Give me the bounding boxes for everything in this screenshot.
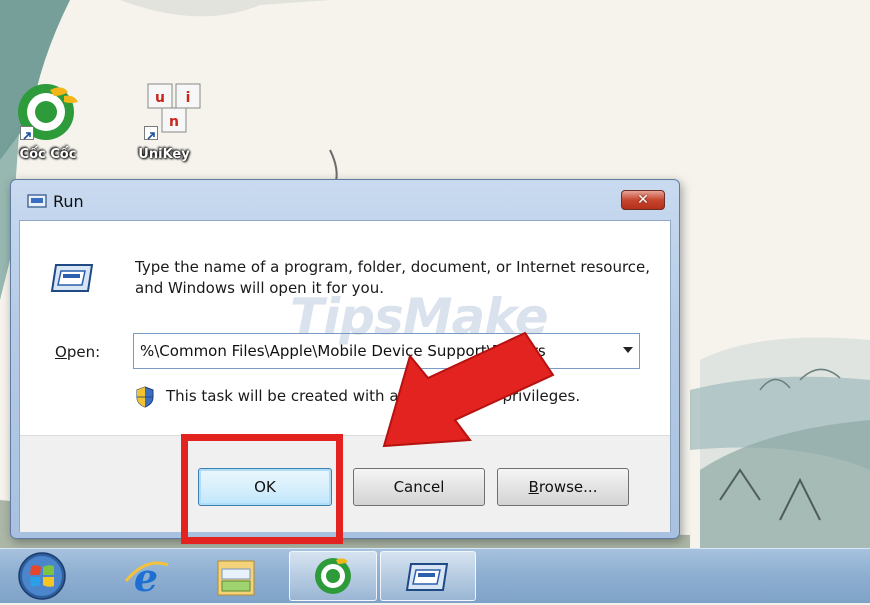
taskbar-internet-explorer[interactable]: e — [108, 551, 184, 601]
red-arrow-annotation — [382, 331, 555, 448]
taskbar: e — [0, 548, 870, 603]
taskbar-file-explorer[interactable] — [198, 551, 274, 601]
file-explorer-icon — [217, 560, 255, 596]
start-orb-icon — [18, 552, 66, 600]
run-window-icon — [405, 563, 449, 591]
internet-explorer-icon: e — [124, 555, 169, 600]
coccoc-icon — [315, 558, 351, 594]
start-button[interactable] — [4, 551, 80, 601]
taskbar-run[interactable] — [380, 551, 476, 601]
taskbar-coccoc[interactable] — [289, 551, 377, 601]
